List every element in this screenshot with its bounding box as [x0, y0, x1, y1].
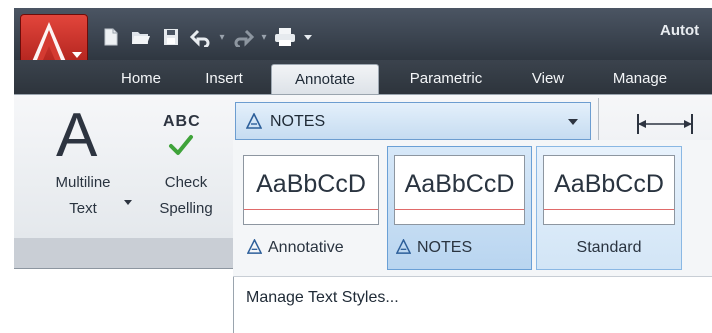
style-sample-text: AaBbCcD [256, 170, 366, 198]
chevron-down-icon[interactable] [124, 200, 132, 205]
drawing-area [14, 268, 236, 333]
gallery-item-notes[interactable]: AaBbCcD NOTES [387, 146, 532, 270]
open-icon[interactable] [128, 24, 154, 50]
undo-icon[interactable] [188, 24, 214, 50]
redo-icon[interactable] [230, 24, 256, 50]
plot-icon[interactable] [272, 24, 298, 50]
baseline-marker [244, 209, 378, 210]
baseline-marker [544, 209, 674, 210]
tab-annotate[interactable]: Annotate [271, 64, 379, 94]
gallery-caption: NOTES [388, 237, 531, 259]
style-sample-text: AaBbCcD [404, 170, 515, 198]
gallery-item-standard[interactable]: AaBbCcD Standard [536, 146, 682, 270]
spelling-icon[interactable]: ABC [163, 113, 201, 131]
chevron-down-icon[interactable] [568, 119, 578, 125]
text-style-combo-value: NOTES [270, 113, 326, 130]
linear-dimension-icon[interactable] [636, 112, 694, 136]
panel-title-bar [14, 238, 236, 268]
check-spelling-button[interactable]: Check Spelling [144, 170, 228, 222]
tab-view[interactable]: View [514, 64, 582, 94]
annotative-icon [246, 113, 262, 129]
redo-dropdown-icon[interactable]: ▾ [260, 32, 268, 43]
gallery-item-annotative[interactable]: AaBbCcD Annotative [236, 146, 386, 270]
customize-dropdown-icon[interactable] [302, 24, 314, 50]
menu-divider [233, 276, 712, 277]
tab-parametric[interactable]: Parametric [388, 64, 504, 94]
style-sample-text: AaBbCcD [554, 170, 664, 198]
tab-manage[interactable]: Manage [594, 64, 686, 94]
style-preview: AaBbCcD [243, 155, 379, 225]
multiline-text-icon[interactable]: A [56, 104, 97, 168]
chevron-down-icon [72, 52, 82, 58]
style-preview: AaBbCcD [394, 155, 525, 225]
annotative-icon [247, 239, 262, 254]
gallery-item-label: NOTES [417, 239, 473, 256]
gallery-caption: Annotative [237, 237, 385, 259]
gallery-item-label: Standard [576, 239, 642, 256]
manage-text-styles-menu-item[interactable]: Manage Text Styles... [246, 287, 399, 309]
style-preview: AaBbCcD [543, 155, 675, 225]
baseline-marker [395, 209, 524, 210]
check-spelling-label-line2: Spelling [159, 200, 213, 217]
text-style-combo[interactable]: NOTES [235, 102, 591, 140]
undo-dropdown-icon[interactable]: ▾ [218, 32, 226, 43]
checkmark-icon [169, 135, 193, 155]
window-title: Autot [660, 22, 700, 39]
multiline-text-label-line2: Text [69, 200, 97, 217]
save-icon[interactable] [158, 24, 184, 50]
gallery-item-label: Annotative [268, 239, 344, 256]
new-icon[interactable] [98, 24, 124, 50]
tab-home[interactable]: Home [104, 64, 178, 94]
tab-insert[interactable]: Insert [188, 64, 260, 94]
quick-access-toolbar: ▾ ▾ [98, 22, 314, 52]
check-spelling-label-line1: Check [164, 174, 208, 191]
multiline-text-button[interactable]: Multiline Text [40, 170, 126, 222]
annotative-icon [396, 239, 411, 254]
multiline-text-label-line1: Multiline [55, 174, 111, 191]
